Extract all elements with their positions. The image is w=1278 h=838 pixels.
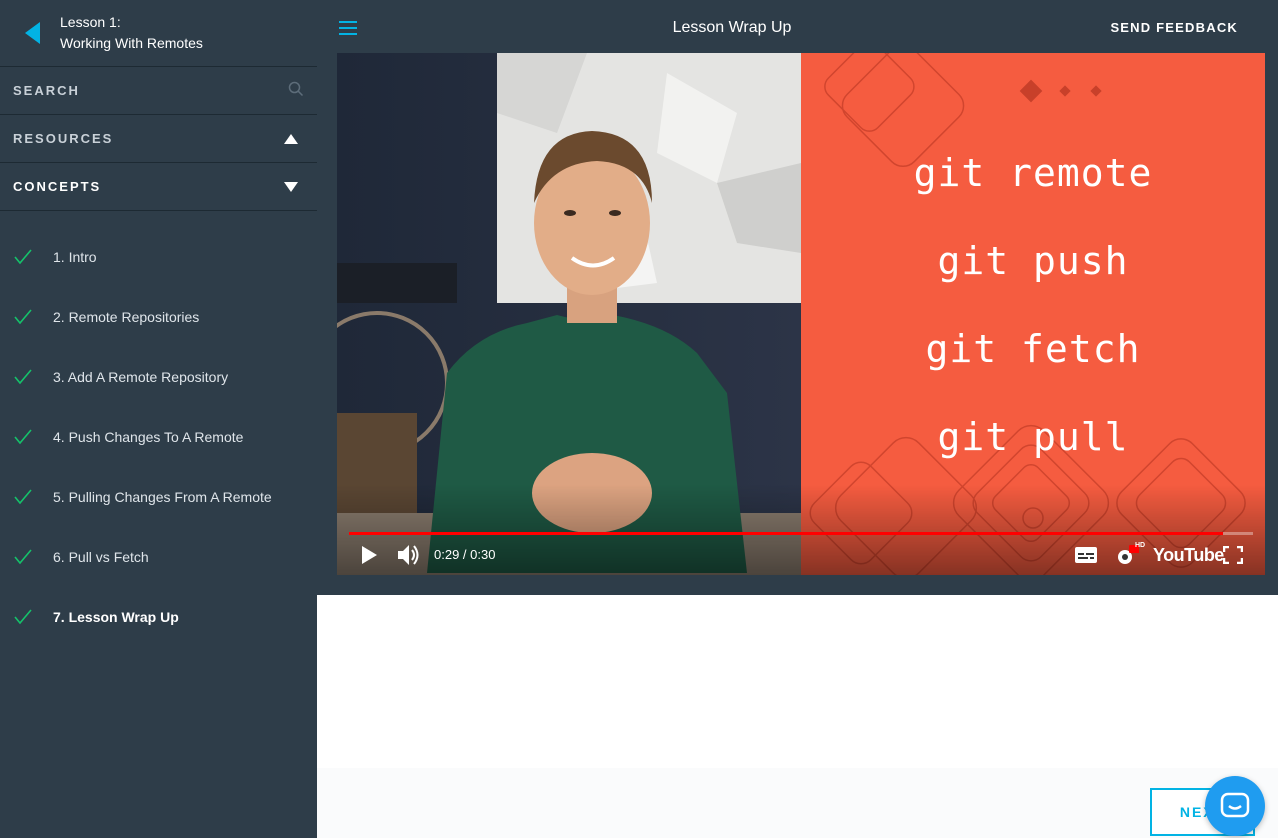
back-button[interactable] [0, 0, 60, 67]
concept-label: 5. Pulling Changes From A Remote [53, 489, 272, 505]
checkmark-icon [0, 609, 53, 625]
time-display: 0:29 / 0:30 [434, 547, 496, 562]
play-icon[interactable] [359, 545, 379, 570]
concept-label: 3. Add A Remote Repository [53, 369, 229, 385]
fullscreen-icon[interactable] [1222, 545, 1244, 569]
settings-gear-icon[interactable] [1115, 545, 1140, 572]
search-icon[interactable] [288, 81, 304, 100]
concept-label: 7. Lesson Wrap Up [53, 609, 179, 625]
concept-item-pulling-changes[interactable]: 5. Pulling Changes From A Remote [0, 467, 317, 527]
resources-label: RESOURCES [13, 131, 114, 146]
concept-item-intro[interactable]: 1. Intro [0, 227, 317, 287]
checkmark-icon [0, 549, 53, 565]
chevron-down-icon [284, 181, 298, 192]
sidebar: Lesson 1: Working With Remotes RESOURCES… [0, 0, 317, 838]
hd-badge: HD [1135, 542, 1146, 549]
chat-bubble-icon [1220, 792, 1250, 818]
concept-item-push-changes[interactable]: 4. Push Changes To A Remote [0, 407, 317, 467]
bottom-bar: NEXT [317, 768, 1278, 838]
video-player[interactable]: git remote git push git fetch git pull 0… [337, 53, 1265, 575]
youtube-logo[interactable]: YouTube [1153, 545, 1224, 566]
checkmark-icon [0, 249, 53, 265]
volume-icon[interactable] [397, 544, 421, 571]
checkmark-icon [0, 309, 53, 325]
captions-icon[interactable] [1075, 547, 1097, 568]
lesson-title-block: Lesson 1: Working With Remotes [60, 12, 203, 54]
slide-line-git-remote: git remote [913, 151, 1153, 195]
progress-fill [349, 532, 1224, 535]
page-title: Lesson Wrap Up [672, 18, 792, 36]
concepts-toggle[interactable]: CONCEPTS [0, 163, 317, 211]
chevron-up-icon [284, 133, 298, 144]
slide-line-git-fetch: git fetch [925, 327, 1141, 371]
concept-label: 1. Intro [53, 249, 97, 265]
lesson-title: Working With Remotes [60, 35, 203, 51]
concept-item-remote-repositories[interactable]: 2. Remote Repositories [0, 287, 317, 347]
concept-list: 1. Intro 2. Remote Repositories 3. Add A… [0, 211, 317, 647]
back-arrow-icon [24, 22, 40, 44]
concept-label: 2. Remote Repositories [53, 309, 200, 325]
lesson-header: Lesson 1: Working With Remotes [0, 0, 317, 67]
lesson-number: Lesson 1: [60, 14, 121, 30]
progress-bar[interactable] [349, 532, 1253, 535]
classroom-app: Lesson 1: Working With Remotes RESOURCES… [0, 0, 1278, 838]
top-bar: Lesson Wrap Up SEND FEEDBACK [317, 0, 1278, 55]
concept-item-lesson-wrap-up[interactable]: 7. Lesson Wrap Up [0, 587, 317, 647]
concepts-label: CONCEPTS [13, 179, 102, 194]
concept-item-add-remote[interactable]: 3. Add A Remote Repository [0, 347, 317, 407]
search-input[interactable] [13, 83, 253, 98]
chat-button[interactable] [1205, 776, 1265, 836]
checkmark-icon [0, 429, 53, 445]
video-section: git remote git push git fetch git pull 0… [317, 53, 1278, 595]
send-feedback-button[interactable]: SEND FEEDBACK [1110, 20, 1238, 35]
slide-line-git-push: git push [937, 239, 1129, 283]
concept-item-pull-vs-fetch[interactable]: 6. Pull vs Fetch [0, 527, 317, 587]
concept-label: 6. Pull vs Fetch [53, 549, 149, 565]
checkmark-icon [0, 489, 53, 505]
search-row [0, 67, 317, 115]
slide-line-git-pull: git pull [937, 415, 1129, 459]
checkmark-icon [0, 369, 53, 385]
resources-toggle[interactable]: RESOURCES [0, 115, 317, 163]
concept-label: 4. Push Changes To A Remote [53, 429, 244, 445]
